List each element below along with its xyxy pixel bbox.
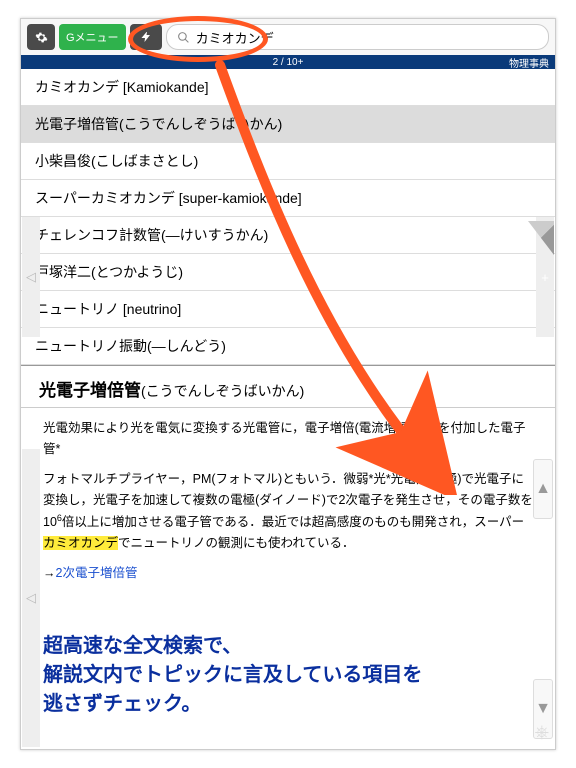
status-bar: 2 / 10+ 物理事典 (21, 55, 555, 69)
chevron-down-icon: ▼ (535, 700, 551, 718)
plus-icon: + (541, 270, 549, 285)
detail-pane: 光電子増倍管(こうでんしぞうばいかん) 光電効果により光を電気に変換する光電管に… (21, 366, 555, 602)
cross-ref[interactable]: →2次電子増倍管 (43, 563, 533, 584)
list-item[interactable]: ニュートリノ [neutrino] (21, 291, 555, 328)
dict-name: 物理事典 (509, 55, 549, 70)
detail-body: 光電効果により光を電気に変換する光電管に，電子増倍(電流増幅)電極を付加した電子… (21, 408, 555, 602)
chevron-left-icon: ◁ (26, 269, 36, 285)
promo-text: 超高速な全文検索で、 解説文内でトピックに言及している項目を 逃さずチェック。 (43, 632, 422, 719)
list-item[interactable]: 戸塚洋二(とつかようじ) (21, 254, 555, 291)
results-list: カミオカンデ [Kamiokande] 光電子増倍管(こうでんしぞうばいかん) … (21, 69, 555, 366)
paragraph: 光電効果により光を電気に変換する光電管に，電子増倍(電流増幅)電極を付加した電子… (43, 418, 533, 461)
search-input[interactable] (196, 30, 538, 45)
search-icon (177, 31, 190, 44)
list-item[interactable]: カミオカンデ [Kamiokande] (21, 69, 555, 106)
scroll-up-button[interactable]: ▲ (533, 459, 553, 519)
app-frame: Gメニュー 2 / 10+ 物理事典 カミオカンデ [Kamiokande] 光… (20, 18, 556, 750)
action-button[interactable] (130, 24, 162, 50)
entry-title: 光電子増倍管 (39, 381, 141, 400)
detail-header: 光電子増倍管(こうでんしぞうばいかん) (21, 366, 555, 408)
list-item[interactable]: スーパーカミオカンデ [super-kamiokande] (21, 180, 555, 217)
paragraph: フォトマルチプライヤー，PM(フォトマル)ともいう．微弱*光*光電面(陰極)で光… (43, 469, 533, 555)
bolt-icon (140, 31, 152, 43)
pager-label: 2 / 10+ (273, 57, 304, 68)
wheel-icon[interactable]: ⎈ (535, 722, 549, 743)
gear-icon (35, 31, 48, 44)
toolbar: Gメニュー (21, 19, 555, 55)
search-box[interactable] (166, 24, 549, 50)
list-item[interactable]: ニュートリノ振動(—しんどう) (21, 328, 555, 365)
xref-link[interactable]: 2次電子増倍管 (56, 566, 138, 580)
highlight: カミオカンデ (43, 536, 118, 550)
entry-reading: (こうでんしぞうばいかん) (141, 383, 304, 399)
list-item[interactable]: チェレンコフ計数管(—けいすうかん) (21, 217, 555, 254)
settings-button[interactable] (27, 24, 55, 50)
chevron-up-icon: ▲ (535, 480, 551, 498)
menu-label: Gメニュー (66, 29, 119, 45)
list-item[interactable]: 光電子増倍管(こうでんしぞうばいかん) (21, 106, 555, 143)
scroll-tab-left[interactable]: ◁ (22, 217, 40, 337)
scroll-zone-left[interactable]: ◁ (22, 449, 40, 747)
chevron-left-icon: ◁ (26, 590, 36, 606)
menu-button[interactable]: Gメニュー (59, 24, 126, 50)
list-item[interactable]: 小柴昌俊(こしばまさとし) (21, 143, 555, 180)
